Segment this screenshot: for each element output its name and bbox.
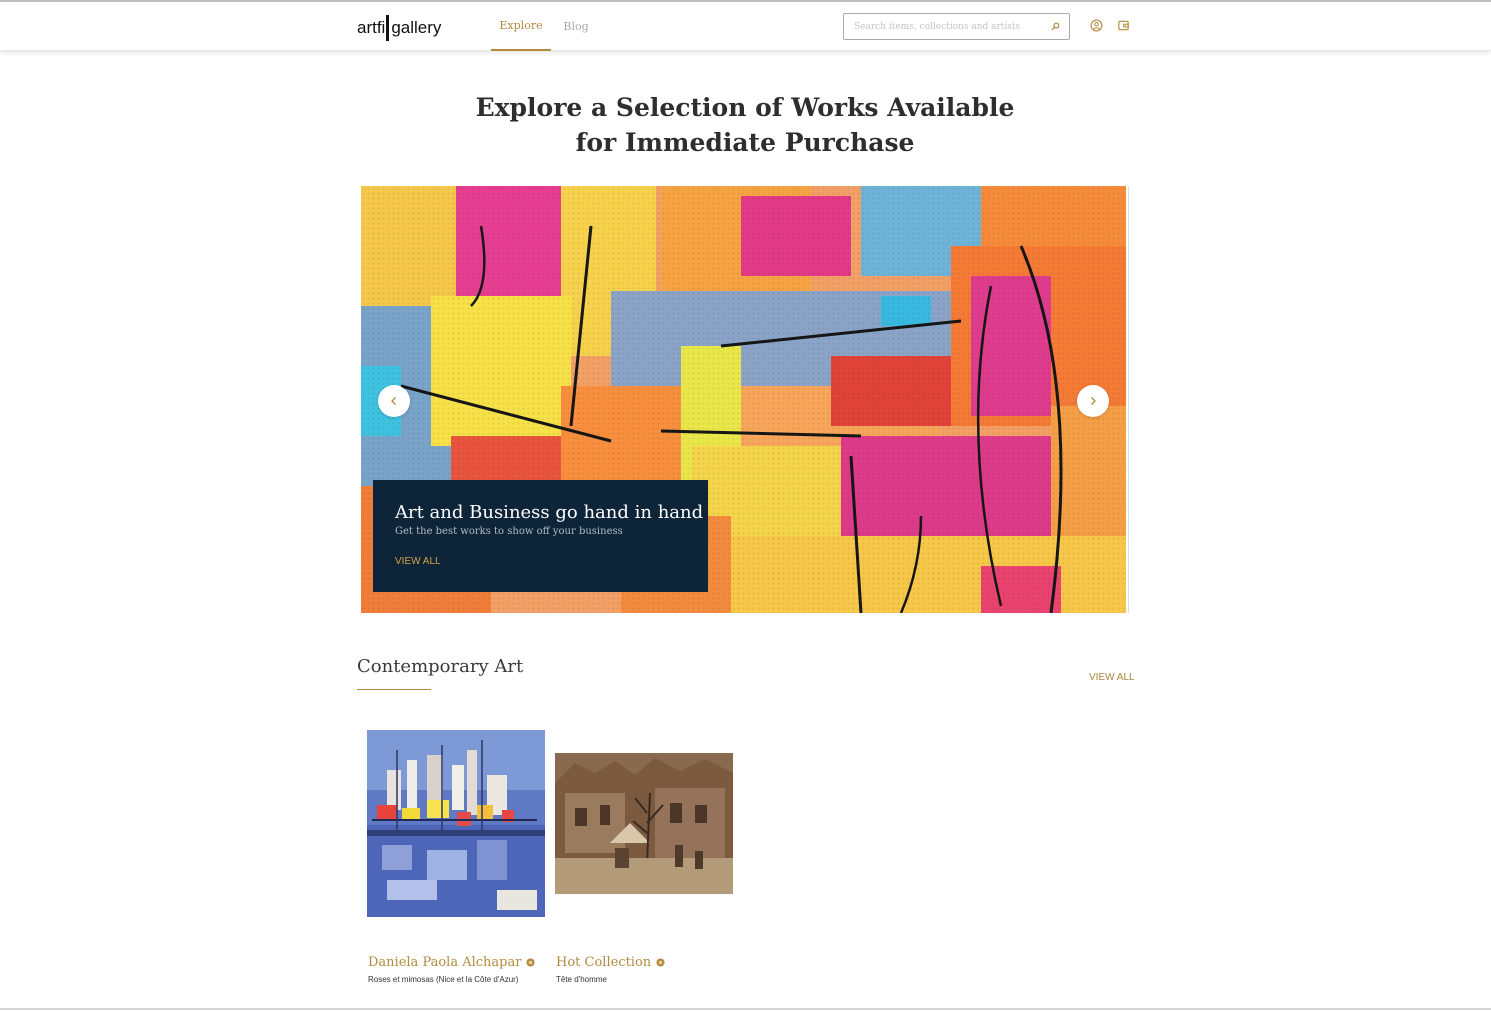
user-icon[interactable] xyxy=(1090,19,1103,32)
chevron-right-icon xyxy=(1091,397,1096,405)
artwork-artist-name: Hot Collection xyxy=(556,955,652,970)
carousel-caption: Art and Business go hand in hand Get the… xyxy=(373,480,708,592)
wallet-icon[interactable] xyxy=(1117,19,1130,32)
caption-subtitle: Get the best works to show off your busi… xyxy=(395,526,623,537)
page-title-line-1: Explore a Selection of Works Available xyxy=(475,93,1015,122)
artwork-card-image[interactable] xyxy=(367,730,545,917)
logo-text-right: gallery xyxy=(391,18,442,37)
logo-text-left: artfi xyxy=(357,18,386,37)
verified-badge-icon xyxy=(526,958,536,967)
carousel-next-button[interactable] xyxy=(1077,385,1109,417)
site-header: artfi gallery Explore Blog xyxy=(0,2,1491,51)
search-icon[interactable] xyxy=(1050,21,1061,32)
artwork-artist-link[interactable]: Daniela Paola Alchapar xyxy=(368,955,536,970)
page-title-line-2: for Immediate Purchase xyxy=(575,128,915,157)
verified-badge-icon xyxy=(656,958,665,967)
section-title-underline xyxy=(357,689,431,690)
page-title: Explore a Selection of Works Available f… xyxy=(445,90,1045,160)
artwork-artist-name: Daniela Paola Alchapar xyxy=(368,955,522,970)
logo-divider xyxy=(386,15,390,41)
artwork-thumbnail xyxy=(367,730,545,917)
nav-tab-explore[interactable]: Explore xyxy=(491,2,551,51)
carousel-prev-button[interactable] xyxy=(378,385,410,417)
nav-tab-blog[interactable]: Blog xyxy=(560,2,592,51)
section-view-all-link[interactable]: VIEW ALL xyxy=(1089,672,1135,683)
artwork-thumbnail xyxy=(555,753,733,894)
caption-view-all-link[interactable]: VIEW ALL xyxy=(395,556,441,567)
chevron-left-icon xyxy=(391,397,396,405)
hero-carousel: Art and Business go hand in hand Get the… xyxy=(361,186,1129,613)
search-input[interactable] xyxy=(854,14,1044,39)
bottom-border xyxy=(0,1008,1491,1010)
artwork-title: Tête d'homme xyxy=(556,975,607,984)
site-logo[interactable]: artfi gallery xyxy=(357,15,441,41)
section-title: Contemporary Art xyxy=(357,656,524,677)
caption-title: Art and Business go hand in hand xyxy=(395,502,704,523)
artwork-title: Roses et mimosas (Nice et la Côte d'Azur… xyxy=(368,975,519,984)
artwork-artist-link[interactable]: Hot Collection xyxy=(556,955,665,970)
search-bar xyxy=(843,13,1070,40)
artwork-card-image[interactable] xyxy=(555,753,733,894)
